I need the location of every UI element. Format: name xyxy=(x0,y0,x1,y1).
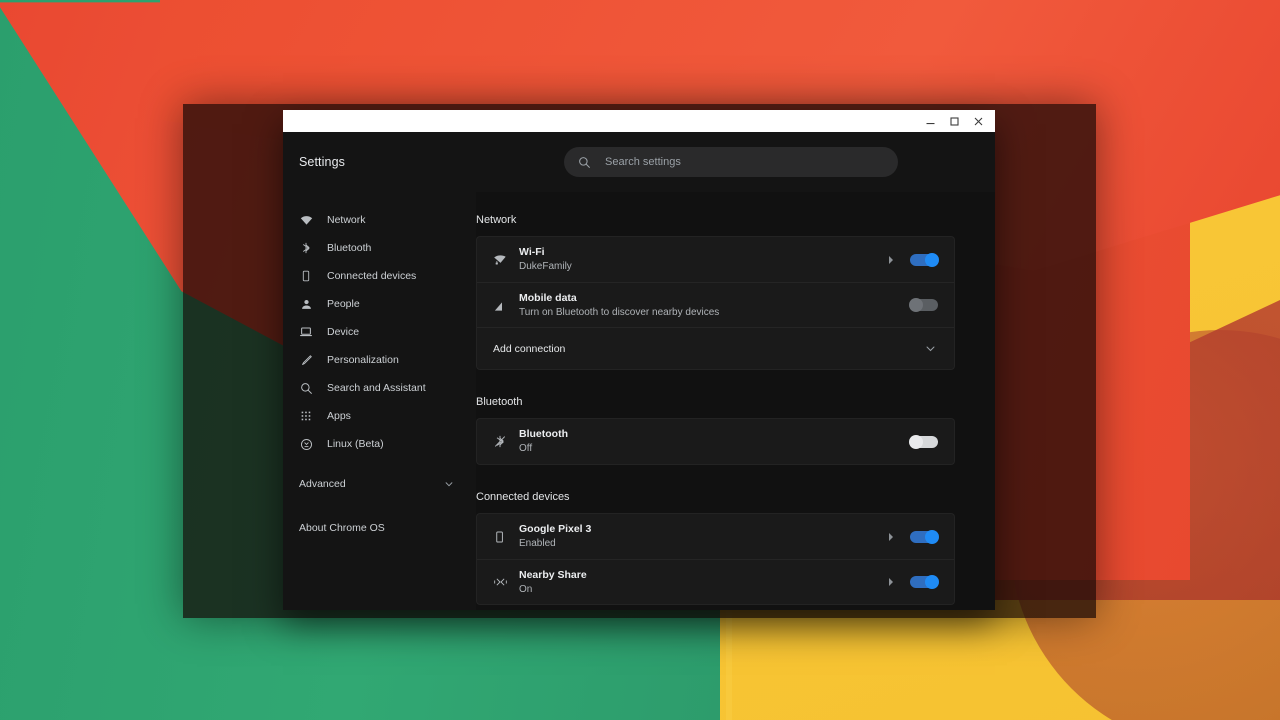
bluetooth-off-icon xyxy=(493,434,519,449)
row-nearby-share[interactable]: Nearby Share On xyxy=(477,559,954,604)
sidebar-item-search-and-assistant[interactable]: Search and Assistant xyxy=(283,374,476,402)
sidebar-item-label: Personalization xyxy=(327,354,399,366)
row-text: Google Pixel 3 Enabled xyxy=(519,522,880,551)
phone-icon xyxy=(299,269,313,283)
wifi-locked-icon xyxy=(493,252,519,268)
minimize-button[interactable] xyxy=(919,112,941,130)
laptop-icon xyxy=(299,325,313,339)
bluetooth-toggle[interactable] xyxy=(909,434,938,449)
row-title: Bluetooth xyxy=(519,428,568,440)
row-wifi[interactable]: Wi-Fi DukeFamily xyxy=(477,237,954,282)
nearby-share-toggle[interactable] xyxy=(910,575,939,589)
sidebar-item-linux-beta[interactable]: Linux (Beta) xyxy=(283,430,476,458)
bluetooth-icon xyxy=(299,241,313,255)
section-title-bluetooth: Bluetooth xyxy=(476,396,523,408)
sidebar-item-apps[interactable]: Apps xyxy=(283,402,476,430)
section-title-connected-devices: Connected devices xyxy=(476,491,570,503)
settings-main-panel: Network Wi-Fi DukeFamily Mobile data Tur… xyxy=(476,192,995,610)
row-text: Nearby Share On xyxy=(519,568,880,597)
linux-terminal-icon xyxy=(299,437,313,451)
search-bar[interactable] xyxy=(564,147,898,177)
search-icon xyxy=(299,381,313,395)
network-card: Wi-Fi DukeFamily Mobile data Turn on Blu… xyxy=(476,236,955,370)
row-subtitle: Off xyxy=(519,443,533,454)
row-subtitle: On xyxy=(519,583,533,595)
add-connection-row[interactable]: Add connection xyxy=(477,327,954,369)
sidebar-item-label: Search and Assistant xyxy=(327,382,426,394)
row-bluetooth[interactable]: Bluetooth Off xyxy=(477,419,954,464)
brush-icon xyxy=(299,353,313,367)
row-title: Wi-Fi xyxy=(519,246,545,258)
sidebar-item-label: People xyxy=(327,298,360,310)
sidebar-item-device[interactable]: Device xyxy=(283,318,476,346)
chevron-right-icon[interactable] xyxy=(880,577,902,587)
mobile-data-toggle[interactable] xyxy=(909,298,938,312)
settings-app: Settings Search settings Network Bluetoo… xyxy=(283,132,995,610)
chevron-down-icon xyxy=(444,479,454,489)
section-title-network: Network xyxy=(476,214,517,226)
row-subtitle: Enabled xyxy=(519,538,556,549)
settings-content: Network Bluetooth Connected devices Peop… xyxy=(283,192,995,610)
row-subtitle: DukeFamily xyxy=(519,261,572,272)
sidebar-item-label: Bluetooth xyxy=(327,242,372,254)
nearby-share-icon xyxy=(493,575,519,589)
sidebar-item-connected-devices[interactable]: Connected devices xyxy=(283,262,476,290)
chevron-right-icon[interactable] xyxy=(880,255,902,265)
chevron-right-icon[interactable] xyxy=(880,532,902,542)
desktop: Settings Search settings Network Bluetoo… xyxy=(0,0,1280,720)
row-mobile-data[interactable]: Mobile data Turn on Bluetooth to discove… xyxy=(477,282,954,327)
search-icon xyxy=(578,156,591,169)
maximize-button[interactable] xyxy=(943,112,965,130)
google-pixel-3-toggle[interactable] xyxy=(910,529,939,544)
row-subtitle: Turn on Bluetooth to discover nearby dev… xyxy=(519,306,720,318)
page-title: Settings xyxy=(299,155,345,169)
mobile-data-icon xyxy=(493,298,519,313)
sidebar-advanced-label: Advanced xyxy=(299,478,346,490)
sidebar-item-label: Device xyxy=(327,326,360,338)
sidebar-item-network[interactable]: Network xyxy=(283,206,476,234)
toggle-knob xyxy=(909,298,923,312)
sidebar-item-about-chrome-os[interactable]: About Chrome OS xyxy=(283,514,476,542)
row-title: Nearby Share xyxy=(519,568,587,581)
sidebar-item-bluetooth[interactable]: Bluetooth xyxy=(283,234,476,262)
row-text: Mobile data Turn on Bluetooth to discove… xyxy=(519,291,880,320)
settings-header: Settings xyxy=(283,132,995,192)
sidebar-item-personalization[interactable]: Personalization xyxy=(283,346,476,374)
settings-sidebar: Network Bluetooth Connected devices Peop… xyxy=(283,192,476,610)
grid-icon xyxy=(299,409,313,423)
person-icon xyxy=(299,297,313,311)
chevron-down-icon[interactable] xyxy=(925,343,936,354)
sidebar-about-label: About Chrome OS xyxy=(299,522,385,534)
sidebar-item-label: Linux (Beta) xyxy=(327,438,384,450)
add-connection-label: Add connection xyxy=(493,342,566,355)
phone-icon xyxy=(493,530,519,544)
sidebar-item-label: Connected devices xyxy=(327,270,417,282)
sidebar-item-label: Apps xyxy=(327,410,351,422)
toggle-knob xyxy=(909,434,923,449)
sidebar-item-label: Network xyxy=(327,214,366,226)
toggle-knob xyxy=(925,529,939,544)
window-titlebar xyxy=(283,110,995,132)
row-title: Google Pixel 3 xyxy=(519,523,592,535)
wifi-icon xyxy=(299,213,313,227)
wifi-toggle[interactable] xyxy=(910,252,939,267)
bluetooth-card: Bluetooth Off xyxy=(476,418,955,465)
sidebar-item-people[interactable]: People xyxy=(283,290,476,318)
close-button[interactable] xyxy=(967,112,989,130)
row-text: Bluetooth Off xyxy=(519,427,880,456)
connected-devices-card: Google Pixel 3 Enabled Nearby Share On xyxy=(476,513,955,605)
row-title: Mobile data xyxy=(519,291,577,304)
settings-window: Settings Search settings Network Bluetoo… xyxy=(283,110,995,610)
sidebar-item-advanced[interactable]: Advanced xyxy=(283,470,476,498)
row-text: Wi-Fi DukeFamily xyxy=(519,245,880,274)
toggle-knob xyxy=(925,575,939,589)
toggle-knob xyxy=(925,252,939,267)
search-input[interactable] xyxy=(605,156,884,168)
row-google-pixel-3[interactable]: Google Pixel 3 Enabled xyxy=(477,514,954,559)
